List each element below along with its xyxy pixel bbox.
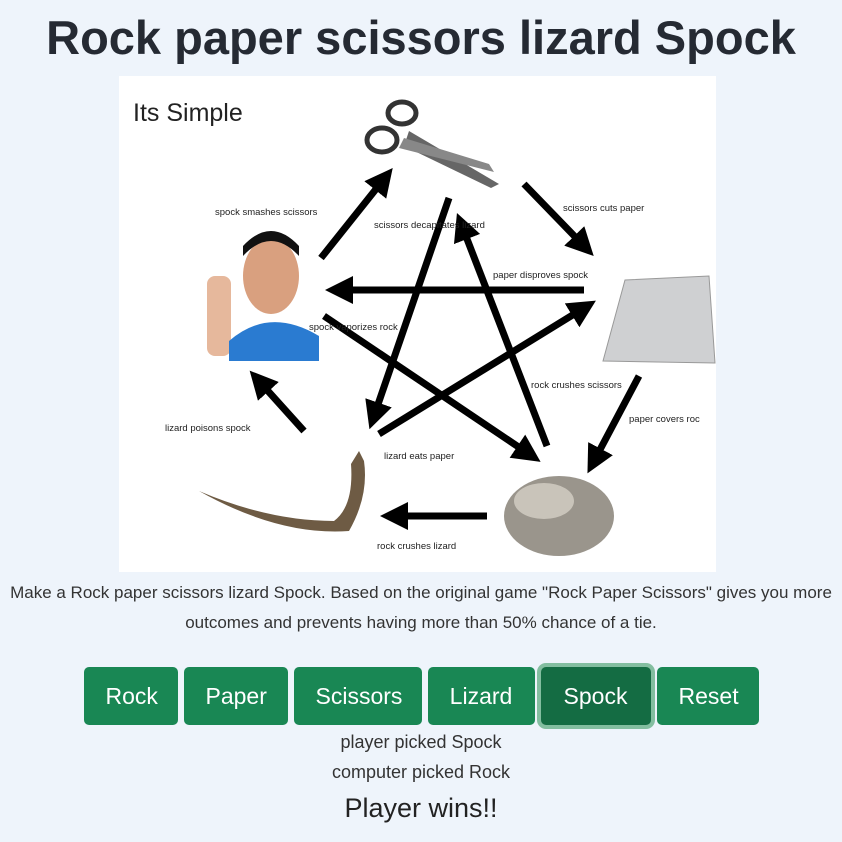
rule-label: scissors decapitates lizard bbox=[374, 220, 485, 231]
rule-label: paper disproves spock bbox=[493, 270, 588, 281]
rule-label: spock vaporizes rock bbox=[309, 322, 398, 333]
scissors-button[interactable]: Scissors bbox=[293, 667, 422, 725]
scissors-icon bbox=[364, 99, 499, 188]
choice-buttons: Rock Paper Scissors Lizard Spock Reset bbox=[0, 667, 842, 725]
lizard-icon bbox=[199, 451, 365, 532]
rule-label: scissors cuts paper bbox=[563, 203, 644, 214]
rule-label: spock smashes scissors bbox=[215, 207, 318, 218]
rule-label: paper covers roc bbox=[629, 414, 700, 425]
computer-pick-text: computer picked Rock bbox=[331, 762, 511, 782]
rule-label: rock crushes scissors bbox=[531, 380, 622, 391]
spock-button[interactable]: Spock bbox=[540, 667, 651, 725]
lizard-button[interactable]: Lizard bbox=[427, 667, 535, 725]
rule-label: rock crushes lizard bbox=[377, 541, 456, 552]
page-title: Rock paper scissors lizard Spock bbox=[46, 11, 796, 64]
reset-button[interactable]: Reset bbox=[656, 667, 759, 725]
spock-icon bbox=[207, 231, 319, 361]
rule-label: lizard poisons spock bbox=[165, 423, 251, 434]
player-pick-text: player picked Spock bbox=[340, 732, 502, 752]
rock-icon bbox=[504, 476, 614, 556]
diagram-heading: Its Simple bbox=[133, 99, 243, 127]
rule-label: lizard eats paper bbox=[384, 451, 454, 462]
paper-button[interactable]: Paper bbox=[183, 667, 288, 725]
paper-icon bbox=[602, 275, 716, 364]
game-description: Make a Rock paper scissors lizard Spock.… bbox=[10, 583, 832, 632]
game-result: Player wins!! bbox=[344, 793, 498, 823]
rules-diagram-graphic: Its Simple spock smashes scissors scisso… bbox=[133, 99, 716, 556]
rules-diagram: Its Simple spock smashes scissors scisso… bbox=[119, 76, 716, 572]
rock-button[interactable]: Rock bbox=[83, 667, 178, 725]
